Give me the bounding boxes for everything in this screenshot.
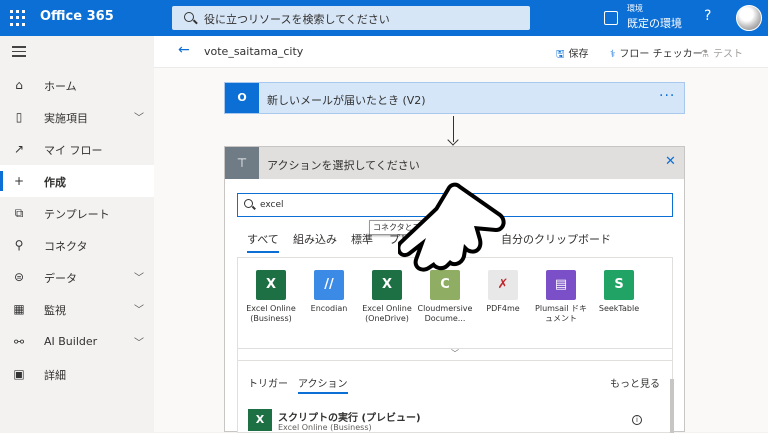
flask-icon: ⚗	[700, 49, 709, 60]
trigger-card[interactable]: O 新しいメールが届いたとき (V2) ···	[224, 82, 685, 114]
sidebar-item-connectors[interactable]: ⚲ コネクタ	[0, 229, 154, 261]
environment-label: 環境	[627, 4, 643, 13]
see-more-link[interactable]: もっと見る	[610, 375, 660, 390]
flow-icon: ↗	[13, 142, 25, 156]
sidebar-item-home[interactable]: ⌂ ホーム	[0, 69, 154, 101]
encodian-icon: //	[314, 270, 344, 300]
app-name[interactable]: Office 365	[40, 9, 114, 24]
hamburger-icon[interactable]	[12, 46, 26, 60]
sidebar-item-data[interactable]: ⊜ データ ﹀	[0, 261, 154, 293]
sidebar: ⌂ ホーム ▯ 実施項目 ﹀ ↗ マイ フロー + 作成 ⧉ テンプレート ⚲ …	[0, 36, 154, 432]
sidebar-item-my-flows[interactable]: ↗ マイ フロー	[0, 133, 154, 165]
scrollbar[interactable]	[670, 379, 674, 433]
app-launcher-icon[interactable]	[10, 10, 26, 26]
excel-icon: X	[248, 409, 272, 431]
avatar[interactable]	[736, 5, 762, 31]
flow-name[interactable]: vote_saitama_city	[204, 45, 303, 58]
environment-name[interactable]: 既定の環境	[627, 15, 682, 31]
action-title: スクリプトの実行 (プレビュー)	[278, 413, 421, 424]
more-options-icon[interactable]: ···	[659, 88, 675, 104]
chevron-down-icon: ﹀	[134, 273, 144, 284]
test-button[interactable]: ⚗ テスト	[700, 45, 743, 60]
sidebar-item-learn[interactable]: ▣ 詳細	[0, 358, 154, 390]
close-icon[interactable]: ✕	[665, 154, 676, 169]
ai-builder-icon: ⚯	[13, 335, 25, 349]
global-search-input[interactable]: 役に立つリソースを検索してください	[172, 6, 530, 30]
expand-chevron-icon[interactable]: ﹀	[237, 349, 673, 361]
search-placeholder: 役に立つリソースを検索してください	[204, 13, 390, 26]
tab-triggers[interactable]: トリガー	[248, 375, 288, 390]
connector-encodian[interactable]: // Encodian	[300, 270, 358, 314]
tab-built-in[interactable]: 組み込み	[293, 231, 337, 247]
flow-arrow	[453, 116, 454, 142]
database-icon: ⊜	[13, 270, 25, 284]
help-icon[interactable]: ?	[704, 8, 711, 24]
sidebar-item-action-items[interactable]: ▯ 実施項目 ﹀	[0, 101, 154, 133]
home-icon: ⌂	[15, 78, 23, 92]
tab-standard[interactable]: 標準	[351, 231, 373, 247]
save-button[interactable]: 🖫 保存	[556, 45, 589, 64]
pointing-hand-icon	[398, 182, 506, 272]
plus-icon: +	[13, 174, 25, 188]
back-arrow-icon[interactable]: ←	[178, 42, 190, 58]
template-icon: ⧉	[14, 206, 24, 220]
search-icon	[244, 199, 253, 208]
save-icon: 🖫	[556, 49, 565, 60]
action-subtitle: Excel Online (Business)	[278, 423, 372, 432]
sidebar-item-ai-builder[interactable]: ⚯ AI Builder ﹀	[0, 326, 154, 358]
panel-header: ⊤ アクションを選択してください ✕	[225, 147, 684, 179]
sidebar-item-monitor[interactable]: ▦ 監視 ﹀	[0, 293, 154, 325]
stethoscope-icon: ⚕	[610, 49, 616, 60]
tab-actions[interactable]: アクション	[298, 375, 348, 394]
chevron-down-icon: ﹀	[134, 305, 144, 316]
environment-icon[interactable]	[604, 11, 618, 25]
seektable-icon: S	[604, 270, 634, 300]
monitor-icon: ▦	[13, 302, 25, 316]
actions-section: トリガー アクション もっと見る X スクリプトの実行 (プレビュー) Exce…	[237, 361, 674, 433]
action-run-script[interactable]: X スクリプトの実行 (プレビュー) Excel Online (Busines…	[248, 409, 648, 433]
sidebar-item-create[interactable]: + 作成	[0, 165, 154, 197]
connector-excel-business[interactable]: X Excel Online (Business)	[242, 270, 300, 324]
info-icon[interactable]: i	[632, 415, 642, 425]
trigger-title: 新しいメールが届いたとき (V2)	[267, 94, 426, 107]
book-icon: ▣	[13, 367, 25, 381]
operation-icon: ⊤	[225, 147, 259, 179]
excel-icon: X	[256, 270, 286, 300]
search-icon	[184, 12, 194, 22]
outlook-icon: O	[225, 83, 259, 113]
sidebar-item-templates[interactable]: ⧉ テンプレート	[0, 197, 154, 229]
tab-all[interactable]: すべて	[247, 231, 279, 253]
chevron-down-icon: ﹀	[134, 113, 144, 124]
connector-icon: ⚲	[14, 238, 24, 252]
clipboard-icon: ▯	[15, 110, 23, 124]
plumsail-icon: ▤	[546, 270, 576, 300]
connector-plumsail[interactable]: ▤ Plumsail ドキュメント	[532, 270, 590, 324]
flow-checker-button[interactable]: ⚕ フロー チェッカー	[610, 45, 703, 60]
top-bar: Office 365 役に立つリソースを検索してください 環境 既定の環境 ?	[0, 0, 768, 36]
tab-my-clipboard[interactable]: 自分のクリップボード	[501, 231, 611, 247]
active-indicator	[0, 171, 3, 191]
chevron-down-icon: ﹀	[134, 338, 144, 349]
connector-seektable[interactable]: S SeekTable	[590, 270, 648, 314]
panel-title: アクションを選択してください	[267, 159, 420, 172]
command-bar: ← vote_saitama_city 🖫 保存 ⚕ フロー チェッカー ⚗ テスト	[154, 36, 768, 68]
